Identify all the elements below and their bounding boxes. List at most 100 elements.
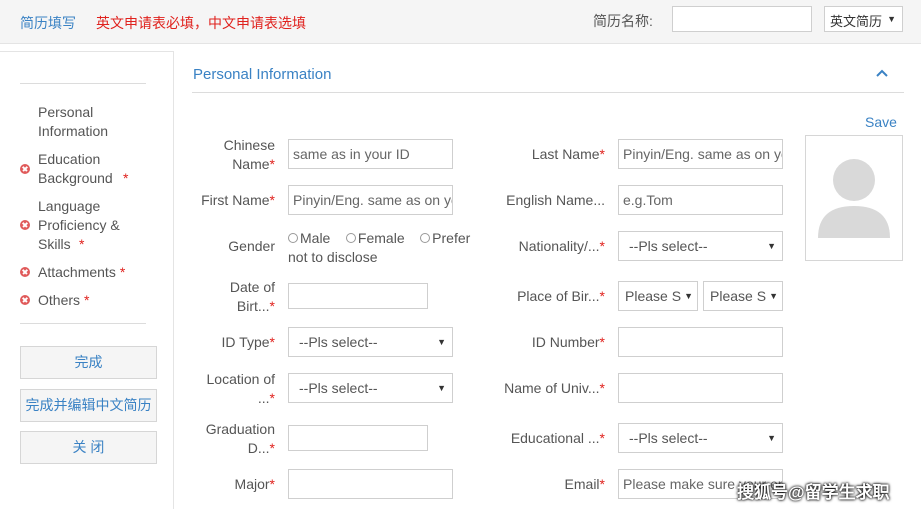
place-of-birth-province-select[interactable]: Please Select ▼	[618, 281, 698, 311]
chevron-down-icon: ▼	[769, 291, 778, 301]
last-name-input[interactable]: Pinyin/Eng. same as on your passport	[618, 139, 783, 169]
resume-name-input[interactable]	[672, 6, 812, 32]
label-text: Location of ...	[206, 371, 276, 406]
chinese-name-label: Chinese Name*	[200, 136, 275, 174]
chevron-up-icon[interactable]	[875, 66, 889, 80]
required-mark: *	[599, 146, 605, 162]
gender-option-male[interactable]: Male	[288, 230, 330, 246]
label-text: First Name	[201, 192, 270, 208]
educational-select[interactable]: --Pls select-- ▼	[618, 423, 783, 453]
label-text: Date of Birt...	[229, 279, 275, 314]
sidebar-item-label: Language Proficiency & Skills	[38, 198, 120, 252]
sidebar-item-personal-information[interactable]: Personal Information	[38, 103, 118, 141]
radio-icon	[288, 233, 298, 243]
location-label: Location of ...*	[200, 370, 276, 408]
required-mark: *	[599, 288, 605, 304]
graduation-date-input[interactable]	[288, 425, 428, 451]
label-text: Educational ...	[510, 430, 600, 446]
graduation-date-label: Graduation D...*	[200, 420, 275, 458]
required-mark: *	[599, 334, 605, 350]
sidebar-item-label: Others	[38, 292, 81, 308]
section-title: Personal Information	[193, 66, 332, 83]
chevron-down-icon: ▼	[767, 241, 776, 251]
email-label: Email*	[495, 475, 605, 494]
required-mark: *	[599, 476, 605, 492]
required-mark: *	[123, 170, 129, 186]
select-value: --Pls select--	[629, 430, 708, 446]
avatar-icon	[818, 159, 890, 238]
radio-icon	[345, 233, 356, 243]
radio-icon	[420, 233, 431, 243]
select-value: --Pls select--	[299, 334, 378, 350]
required-mark: *	[79, 236, 85, 252]
sidebar-item-language-proficiency[interactable]: Language Proficiency & Skills *	[38, 197, 134, 254]
english-name-label: English Name...	[506, 192, 605, 208]
save-link[interactable]: Save	[865, 114, 897, 130]
finish-button[interactable]: 完成	[20, 346, 157, 379]
finish-edit-chinese-button[interactable]: 完成并编辑中文简历	[20, 389, 157, 422]
label-text: Major	[234, 476, 270, 492]
gender-radio-group: Male Female Prefer not to disclose	[288, 229, 478, 267]
watermark: 搜狐号@留学生求职	[737, 483, 890, 502]
chevron-down-icon: ▼	[684, 291, 693, 301]
required-notice: 英文申请表必填，中文申请表选填	[96, 15, 306, 31]
label-text: Place of Bir...	[517, 288, 600, 304]
label-text: Chinese Name	[223, 137, 275, 172]
photo-upload[interactable]	[805, 135, 903, 261]
select-value: --Pls select--	[629, 238, 708, 254]
nationality-label: Nationality/...*	[495, 237, 605, 256]
sidebar: Personal Information Education Backgroun…	[0, 51, 174, 509]
id-number-input[interactable]	[618, 327, 783, 357]
sidebar-item-label: Education Background	[38, 151, 113, 186]
error-icon	[20, 295, 30, 305]
divider	[192, 92, 904, 93]
required-mark: *	[269, 298, 275, 314]
chevron-down-icon: ▼	[887, 14, 896, 24]
required-mark: *	[269, 476, 275, 492]
error-icon	[20, 267, 30, 277]
resume-edit-title: 简历填写	[20, 15, 76, 31]
english-name-input[interactable]: e.g.Tom	[618, 185, 783, 215]
last-name-label: Last Name*	[500, 145, 605, 164]
place-of-birth-city-select[interactable]: Please Select ▼	[703, 281, 783, 311]
label-text: Nationality/...	[518, 238, 600, 254]
resume-language-value: 英文简历	[830, 14, 883, 29]
resume-language-select[interactable]: 英文简历 ▼	[824, 6, 903, 32]
label-text: ID Type	[221, 334, 270, 350]
error-icon	[20, 164, 30, 174]
label-text: ID Number	[531, 334, 600, 350]
educational-label: Educational ...*	[495, 429, 605, 448]
sidebar-item-others[interactable]: Others *	[38, 291, 89, 310]
nationality-select[interactable]: --Pls select-- ▼	[618, 231, 783, 261]
gender-label: Gender	[228, 238, 275, 254]
error-icon	[20, 220, 30, 230]
required-mark: *	[269, 334, 275, 350]
id-type-label: ID Type*	[200, 333, 275, 352]
sidebar-item-attachments[interactable]: Attachments *	[38, 263, 125, 282]
label-text: Graduation D...	[205, 421, 275, 456]
option-label: Male	[300, 230, 331, 246]
university-name-input[interactable]	[618, 373, 783, 403]
sidebar-item-label: Attachments	[38, 264, 116, 280]
major-input[interactable]	[288, 469, 453, 499]
first-name-input[interactable]: Pinyin/Eng. same as on your passport	[288, 185, 453, 215]
first-name-label: First Name*	[190, 191, 275, 210]
close-button[interactable]: 关 闭	[20, 431, 157, 464]
location-select[interactable]: --Pls select-- ▼	[288, 373, 453, 403]
chinese-name-input[interactable]: same as in your ID	[288, 139, 453, 169]
label-text: Name of Univ...	[504, 380, 600, 396]
gender-option-female[interactable]: Female	[345, 230, 405, 246]
required-mark: *	[84, 292, 90, 308]
sidebar-item-education-background[interactable]: Education Background *	[38, 150, 128, 188]
date-of-birth-input[interactable]	[288, 283, 428, 309]
place-of-birth-label: Place of Bir...*	[495, 287, 605, 306]
sidebar-item-label: Personal Information	[38, 104, 109, 139]
required-mark: *	[269, 440, 275, 456]
label-text: Last Name	[531, 146, 600, 162]
required-mark: *	[119, 264, 126, 280]
university-name-label: Name of Univ...*	[495, 379, 605, 398]
id-number-label: ID Number*	[495, 333, 605, 352]
top-bar: 简历填写 英文申请表必填，中文申请表选填 简历名称: 英文简历 ▼	[0, 0, 921, 44]
id-type-select[interactable]: --Pls select-- ▼	[288, 327, 453, 357]
required-mark: *	[599, 380, 605, 396]
